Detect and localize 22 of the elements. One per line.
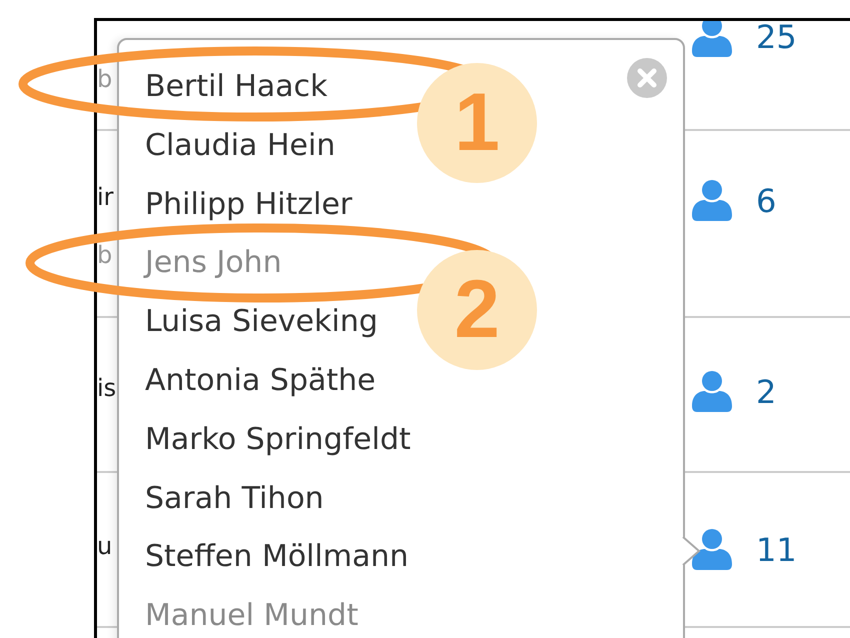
name-item[interactable]: Bertil Haack	[145, 69, 328, 105]
row-title: is	[97, 373, 116, 404]
row-title: u	[97, 531, 112, 562]
member-count[interactable]: 2	[756, 373, 776, 411]
user-icon	[690, 370, 734, 414]
user-icon	[690, 528, 734, 572]
user-icon	[690, 21, 734, 59]
row-title: ir	[97, 182, 114, 213]
name-item[interactable]: Sarah Tihon	[145, 480, 324, 517]
user-icon	[690, 179, 734, 223]
name-item[interactable]: Luisa Sieveking	[145, 304, 378, 340]
name-item[interactable]: Claudia Hein	[145, 128, 336, 164]
member-count[interactable]: 6	[756, 182, 776, 220]
name-item[interactable]: Philipp Hitzler	[145, 186, 352, 223]
name-item[interactable]: Steffen Möllmann	[145, 539, 408, 576]
name-item[interactable]: Antonia Späthe	[145, 362, 376, 399]
row-subtitle: b	[97, 64, 112, 95]
close-icon[interactable]	[627, 58, 667, 98]
member-count[interactable]: 25	[756, 21, 797, 56]
row-subtitle: b	[97, 240, 112, 271]
name-item[interactable]: Marko Springfeldt	[145, 422, 411, 458]
member-count[interactable]: 11	[756, 531, 797, 569]
